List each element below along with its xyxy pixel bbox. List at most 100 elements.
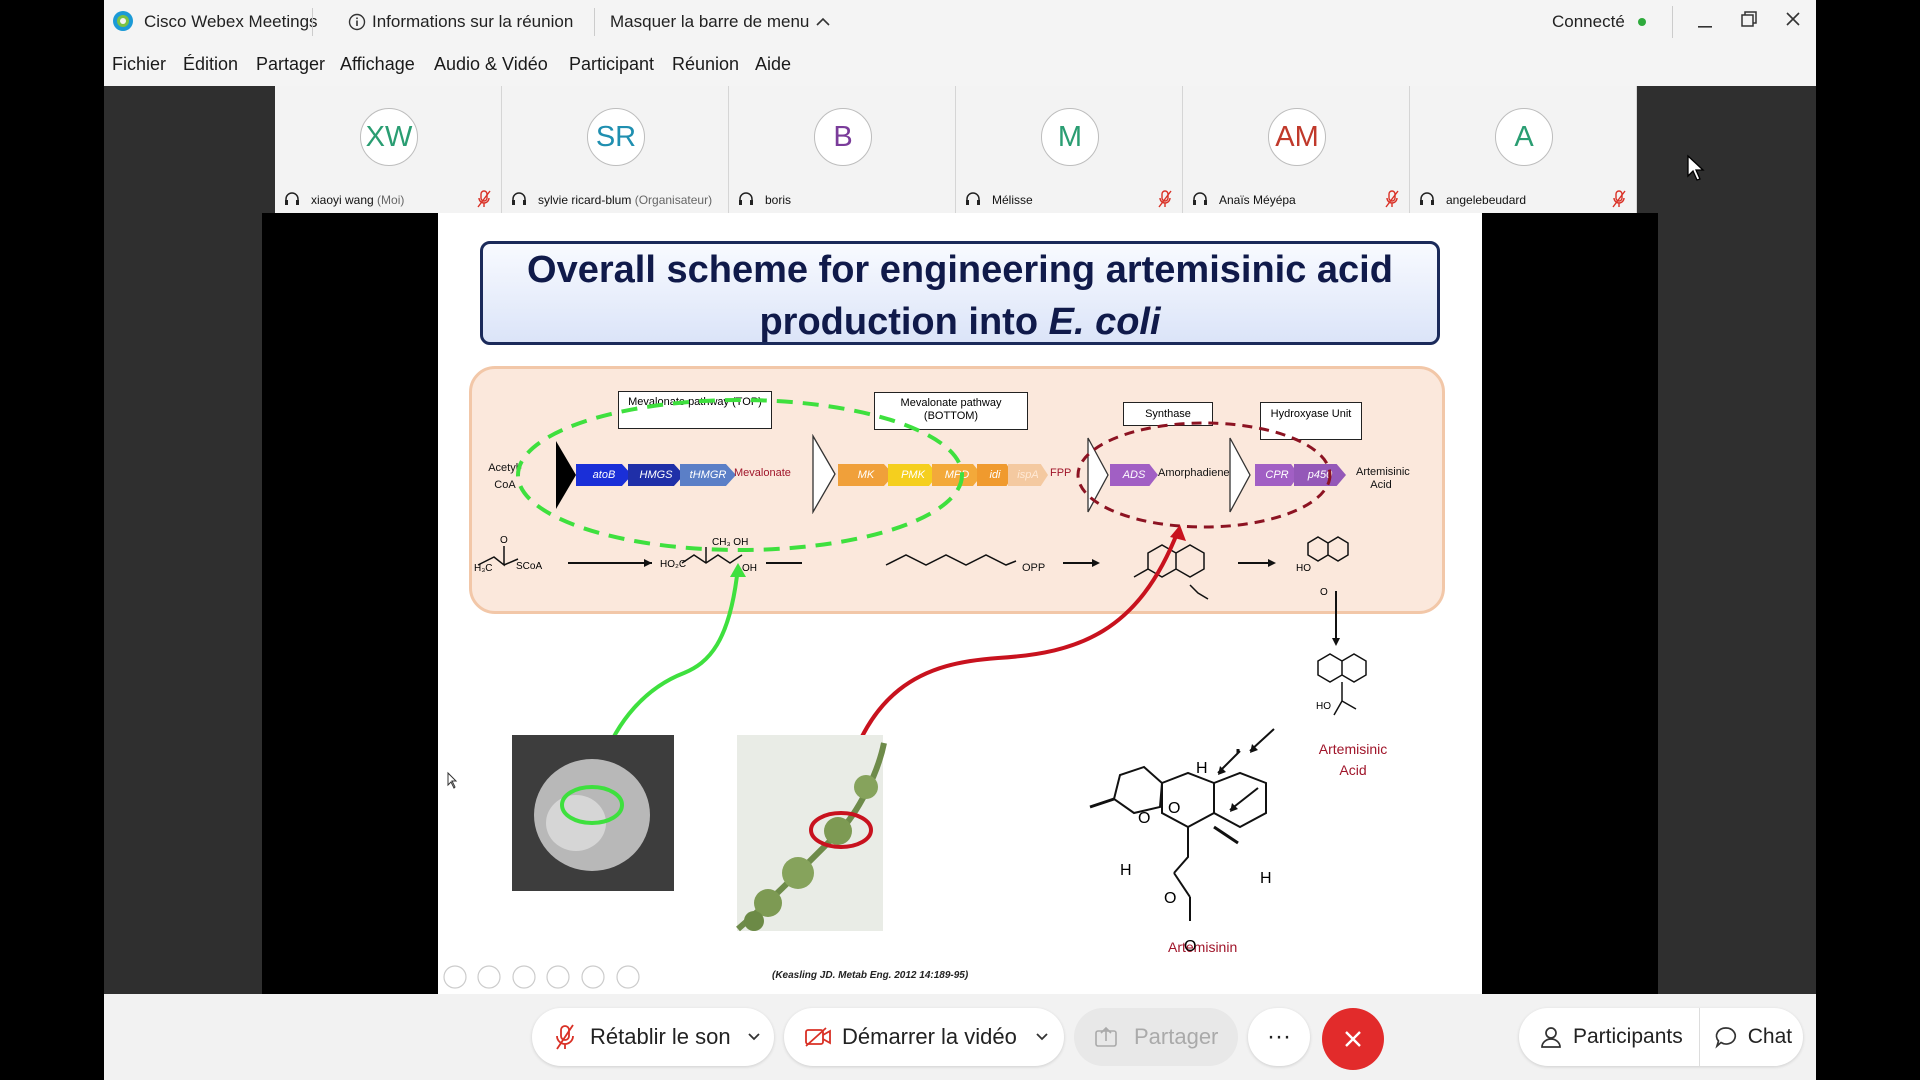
menu-reunion[interactable]: Réunion (672, 54, 739, 75)
slide-pointer-icon (447, 771, 458, 789)
participant-name: sylvie ricard-blum (Organisateur) (538, 193, 713, 207)
avatar: A (1495, 108, 1553, 166)
start-video-label: Démarrer la vidéo (842, 1024, 1017, 1049)
svg-text:O: O (500, 535, 508, 546)
svg-text:HO: HO (1316, 701, 1331, 712)
svg-text:O: O (1164, 890, 1176, 907)
red-highlight-ellipse (1076, 421, 1332, 529)
menu-partager[interactable]: Partager (256, 54, 325, 75)
video-off-icon (805, 1027, 831, 1047)
slide-nav-icons (443, 965, 640, 989)
control-bar: Rétablir le son Démarrer la vidéo Partag… (104, 994, 1816, 1080)
menu-affichage[interactable]: Affichage (340, 54, 415, 75)
svg-text:HO: HO (1296, 563, 1311, 574)
webex-logo-icon (113, 11, 133, 31)
headset-icon (285, 192, 299, 205)
shared-content-stage: Overall scheme for engineering artemisin… (104, 213, 1816, 994)
chevron-down-icon[interactable] (1035, 1032, 1049, 1042)
green-highlight-ellipse (516, 398, 964, 552)
svg-text:O: O (1168, 800, 1180, 817)
status-dot-icon (1638, 18, 1646, 26)
menu-participant[interactable]: Participant (569, 54, 654, 75)
muted-mic-icon (1612, 190, 1626, 208)
hide-menu-button[interactable]: Masquer la barre de menu (610, 0, 831, 44)
panel-buttons-group: Participants Chat (1519, 1008, 1803, 1066)
chevron-up-icon (816, 17, 830, 26)
share-button[interactable]: Partager (1074, 1008, 1238, 1066)
svg-text:O: O (1320, 587, 1328, 598)
chevron-down-icon[interactable] (747, 1032, 761, 1042)
muted-mic-icon (477, 190, 491, 208)
participant-tile[interactable]: B boris (729, 86, 956, 213)
divider (312, 8, 313, 36)
participant-name: boris (765, 193, 792, 207)
unmute-label: Rétablir le son (590, 1024, 731, 1049)
avatar: B (814, 108, 872, 166)
participant-name: Anaïs Méyépa (1219, 193, 1296, 207)
menu-audio-video[interactable]: Audio & Vidéo (434, 54, 548, 75)
svg-text:CH₃ OH: CH₃ OH (712, 537, 748, 548)
chat-label: Chat (1747, 1025, 1793, 1048)
participant-name: xiaoyi wang (Moi) (311, 193, 405, 207)
close-icon (1345, 1031, 1361, 1047)
svg-text:H₃C: H₃C (474, 563, 493, 574)
meeting-info-button[interactable]: Informations sur la réunion (348, 0, 573, 44)
svg-text:O: O (1138, 810, 1150, 827)
app-title: Cisco Webex Meetings (144, 12, 318, 31)
restore-icon[interactable] (1740, 10, 1758, 28)
share-icon (1095, 1026, 1117, 1047)
leave-meeting-button[interactable] (1322, 1008, 1384, 1070)
chat-button[interactable]: Chat (1700, 1008, 1792, 1066)
participants-button[interactable]: Participants (1519, 1008, 1700, 1066)
more-options-button[interactable]: ··· (1248, 1008, 1310, 1066)
minimize-icon[interactable] (1696, 14, 1714, 30)
headset-icon (512, 192, 526, 205)
avatar: M (1041, 108, 1099, 166)
svg-text:H: H (1196, 760, 1208, 777)
participant-strip: XW xiaoyi wang (Moi) SR sylvie ricard-bl… (104, 86, 1816, 213)
start-video-button[interactable]: Démarrer la vidéo (784, 1008, 1064, 1066)
menu-bar: Fichier Édition Partager Affichage Audio… (104, 44, 1816, 87)
participants-label: Participants (1573, 1025, 1683, 1048)
title-bar: Cisco Webex Meetings Informations sur la… (104, 0, 1816, 44)
person-icon (1541, 1027, 1561, 1048)
participant-name: angelebeudard (1446, 193, 1527, 207)
muted-mic-icon (1385, 190, 1399, 208)
svg-text:O: O (1184, 938, 1196, 955)
participant-tile[interactable]: SR sylvie ricard-blum (Organisateur) (502, 86, 729, 213)
svg-text:HO₂C: HO₂C (660, 559, 686, 570)
close-window-icon[interactable] (1784, 10, 1802, 28)
muted-mic-icon (1158, 190, 1172, 208)
svg-text:OH: OH (742, 563, 757, 574)
avatar: XW (360, 108, 418, 166)
svg-text:SCoA: SCoA (516, 561, 542, 572)
headset-icon (739, 192, 753, 205)
meeting-info-label: Informations sur la réunion (372, 12, 574, 31)
svg-text:H: H (1260, 870, 1272, 887)
avatar: AM (1268, 108, 1326, 166)
unmute-button[interactable]: Rétablir le son (532, 1008, 774, 1066)
menu-edition[interactable]: Édition (183, 54, 238, 75)
divider (594, 8, 595, 36)
pathway-diagram: H₃C SCoA O HO₂C CH₃ OH OH HO O HO O O H … (443, 398, 1367, 989)
chat-icon (1715, 1027, 1736, 1049)
headset-icon (1420, 192, 1434, 205)
svg-text:H: H (1120, 862, 1132, 879)
share-label: Partager (1134, 1024, 1219, 1049)
participant-tile[interactable]: XW xiaoyi wang (Moi) (275, 86, 502, 213)
muted-mic-icon (556, 1024, 574, 1050)
connection-status: Connecté (1552, 12, 1625, 31)
menu-aide[interactable]: Aide (755, 54, 791, 75)
participant-tile[interactable]: AM Anaïs Méyépa (1183, 86, 1410, 213)
divider (1672, 6, 1673, 38)
webex-window: Cisco Webex Meetings Informations sur la… (104, 0, 1816, 1080)
headset-icon (1193, 192, 1207, 205)
participant-name: Mélisse (992, 193, 1033, 207)
shared-slide: Overall scheme for engineering artemisin… (438, 213, 1482, 994)
participant-tile[interactable]: M Mélisse (956, 86, 1183, 213)
hide-menu-label: Masquer la barre de menu (610, 12, 810, 31)
headset-icon (966, 192, 980, 205)
info-icon (348, 13, 366, 31)
participant-tile[interactable]: A angelebeudard (1410, 86, 1637, 213)
menu-fichier[interactable]: Fichier (112, 54, 166, 75)
